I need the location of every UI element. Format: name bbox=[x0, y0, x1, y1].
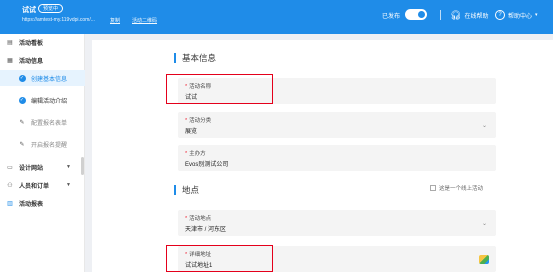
activity-name-input[interactable]: 试试 bbox=[185, 92, 197, 101]
sidebar-scrollbar[interactable] bbox=[81, 157, 84, 175]
field-label: * 主办方 bbox=[185, 151, 206, 157]
sidebar-item-basic-info[interactable]: ✓ 创建基本信息 bbox=[0, 70, 85, 86]
section-title-text: 基本信息 bbox=[182, 53, 217, 63]
field-label: * 活动分类 bbox=[185, 118, 212, 124]
check-circle-icon: ✓ bbox=[18, 96, 26, 104]
top-header: 试试 预览中 https://amtest-my.119vdpi.com/...… bbox=[0, 0, 553, 34]
sidebar: ▤ 活动看板 ▦ 活动信息 ✓ 创建基本信息 ✓ 编辑活动介绍 ✎ 配置报名表单… bbox=[0, 34, 85, 272]
sidebar-item-dashboard[interactable]: ▤ 活动看板 bbox=[0, 34, 85, 50]
header-divider bbox=[440, 10, 441, 20]
field-label: * 活动名称 bbox=[185, 84, 212, 90]
bar-chart-icon: ▥ bbox=[7, 200, 13, 207]
published-label: 已发布 bbox=[382, 14, 401, 20]
sidebar-item-activity-info[interactable]: ▦ 活动信息 bbox=[0, 52, 85, 68]
pencil-icon: ✎ bbox=[19, 119, 25, 126]
activity-location-value: 天津市 / 河东区 bbox=[185, 227, 227, 233]
sidebar-item-registration-form[interactable]: ✎ 配置报名表单 bbox=[0, 114, 85, 130]
online-help-label: 在线帮助 bbox=[464, 13, 489, 20]
monitor-icon: ▭ bbox=[7, 164, 13, 171]
activity-category-select[interactable]: * 活动分类 展览 ⌄ bbox=[178, 112, 496, 138]
section-title-location: 地点 bbox=[174, 184, 199, 196]
help-center-button[interactable]: ? 帮助中心 ▾ bbox=[495, 8, 538, 22]
copy-link[interactable]: 复制 bbox=[110, 17, 120, 24]
publish-toggle[interactable] bbox=[405, 9, 427, 20]
organizer-field[interactable]: * 主办方 Evos别测试公司 bbox=[178, 145, 496, 171]
sidebar-item-label: 创建基本信息 bbox=[31, 76, 68, 83]
field-label: * 详细地址 bbox=[185, 252, 212, 258]
organizer-input[interactable]: Evos别测试公司 bbox=[185, 159, 228, 168]
chevron-down-icon: ⌄ bbox=[481, 123, 487, 129]
sidebar-item-edit-intro[interactable]: ✓ 编辑活动介绍 bbox=[0, 92, 85, 108]
headset-icon: 🎧︎ bbox=[450, 9, 462, 20]
section-accent-bar bbox=[174, 185, 176, 195]
sidebar-item-registration-reminder[interactable]: ✎ 开启报名提醒 bbox=[0, 136, 85, 152]
preview-badge: 预览中 bbox=[38, 4, 64, 13]
people-icon: ⚇ bbox=[7, 182, 13, 189]
dashboard-icon: ▤ bbox=[7, 39, 13, 46]
checkbox-label: 这是一个线上活动 bbox=[439, 186, 484, 192]
sidebar-item-label: 人员和订单 bbox=[19, 183, 50, 190]
main-panel: 基本信息 * 活动名称 试试 * 活动分类 展览 ⌄ * 主办方 Evos别测试公司 … bbox=[92, 40, 553, 272]
sidebar-item-label: 开启报名提醒 bbox=[31, 142, 68, 149]
section-title-basic-info: 基本信息 bbox=[174, 52, 216, 64]
question-icon: ? bbox=[495, 10, 505, 20]
chevron-down-icon: ▼ bbox=[66, 182, 71, 188]
chevron-down-icon: ▾ bbox=[535, 12, 538, 18]
map-icon[interactable] bbox=[479, 255, 489, 264]
pencil-icon: ✎ bbox=[19, 141, 25, 148]
sidebar-item-label: 设计网站 bbox=[19, 165, 44, 172]
sidebar-item-label: 活动信息 bbox=[19, 58, 44, 65]
detail-address-input[interactable]: 试试地址1 bbox=[185, 260, 212, 269]
sidebar-item-label: 活动报表 bbox=[19, 201, 44, 208]
sidebar-item-label: 活动看板 bbox=[19, 40, 44, 47]
section-accent-bar bbox=[174, 53, 176, 63]
sidebar-item-label: 编辑活动介绍 bbox=[31, 98, 68, 105]
section-title-text: 地点 bbox=[182, 185, 200, 195]
chevron-down-icon: ⌄ bbox=[481, 221, 487, 227]
detail-address-field[interactable]: * 详细地址 试试地址1 bbox=[178, 246, 496, 272]
app-title: 试试 bbox=[22, 7, 36, 14]
sidebar-item-reports[interactable]: ▥ 活动报表 bbox=[0, 195, 85, 211]
online-help-button[interactable]: 🎧︎ 在线帮助 bbox=[450, 8, 488, 22]
online-activity-checkbox[interactable]: 这是一个线上活动 bbox=[430, 184, 483, 192]
sidebar-item-people-orders[interactable]: ⚇ 人员和订单 ▼ bbox=[0, 177, 85, 193]
chevron-down-icon: ▼ bbox=[66, 164, 71, 170]
activity-category-value: 展览 bbox=[185, 129, 198, 135]
help-center-label: 帮助中心 bbox=[508, 13, 533, 20]
activity-url: https://amtest-my.119vdpi.com/... bbox=[22, 17, 95, 23]
checkbox-box[interactable] bbox=[430, 185, 436, 191]
field-label: * 活动地点 bbox=[185, 216, 212, 222]
sidebar-item-design-website[interactable]: ▭ 设计网站 ▼ bbox=[0, 159, 85, 175]
activity-location-select[interactable]: * 活动地点 天津市 / 河东区 ⌄ bbox=[178, 210, 496, 236]
check-circle-icon: ✓ bbox=[18, 74, 26, 82]
activity-name-field[interactable]: * 活动名称 试试 bbox=[178, 78, 496, 104]
document-icon: ▦ bbox=[7, 57, 13, 64]
qr-code-link[interactable]: 活动二维码 bbox=[132, 17, 157, 24]
sidebar-item-label: 配置报名表单 bbox=[31, 120, 68, 127]
